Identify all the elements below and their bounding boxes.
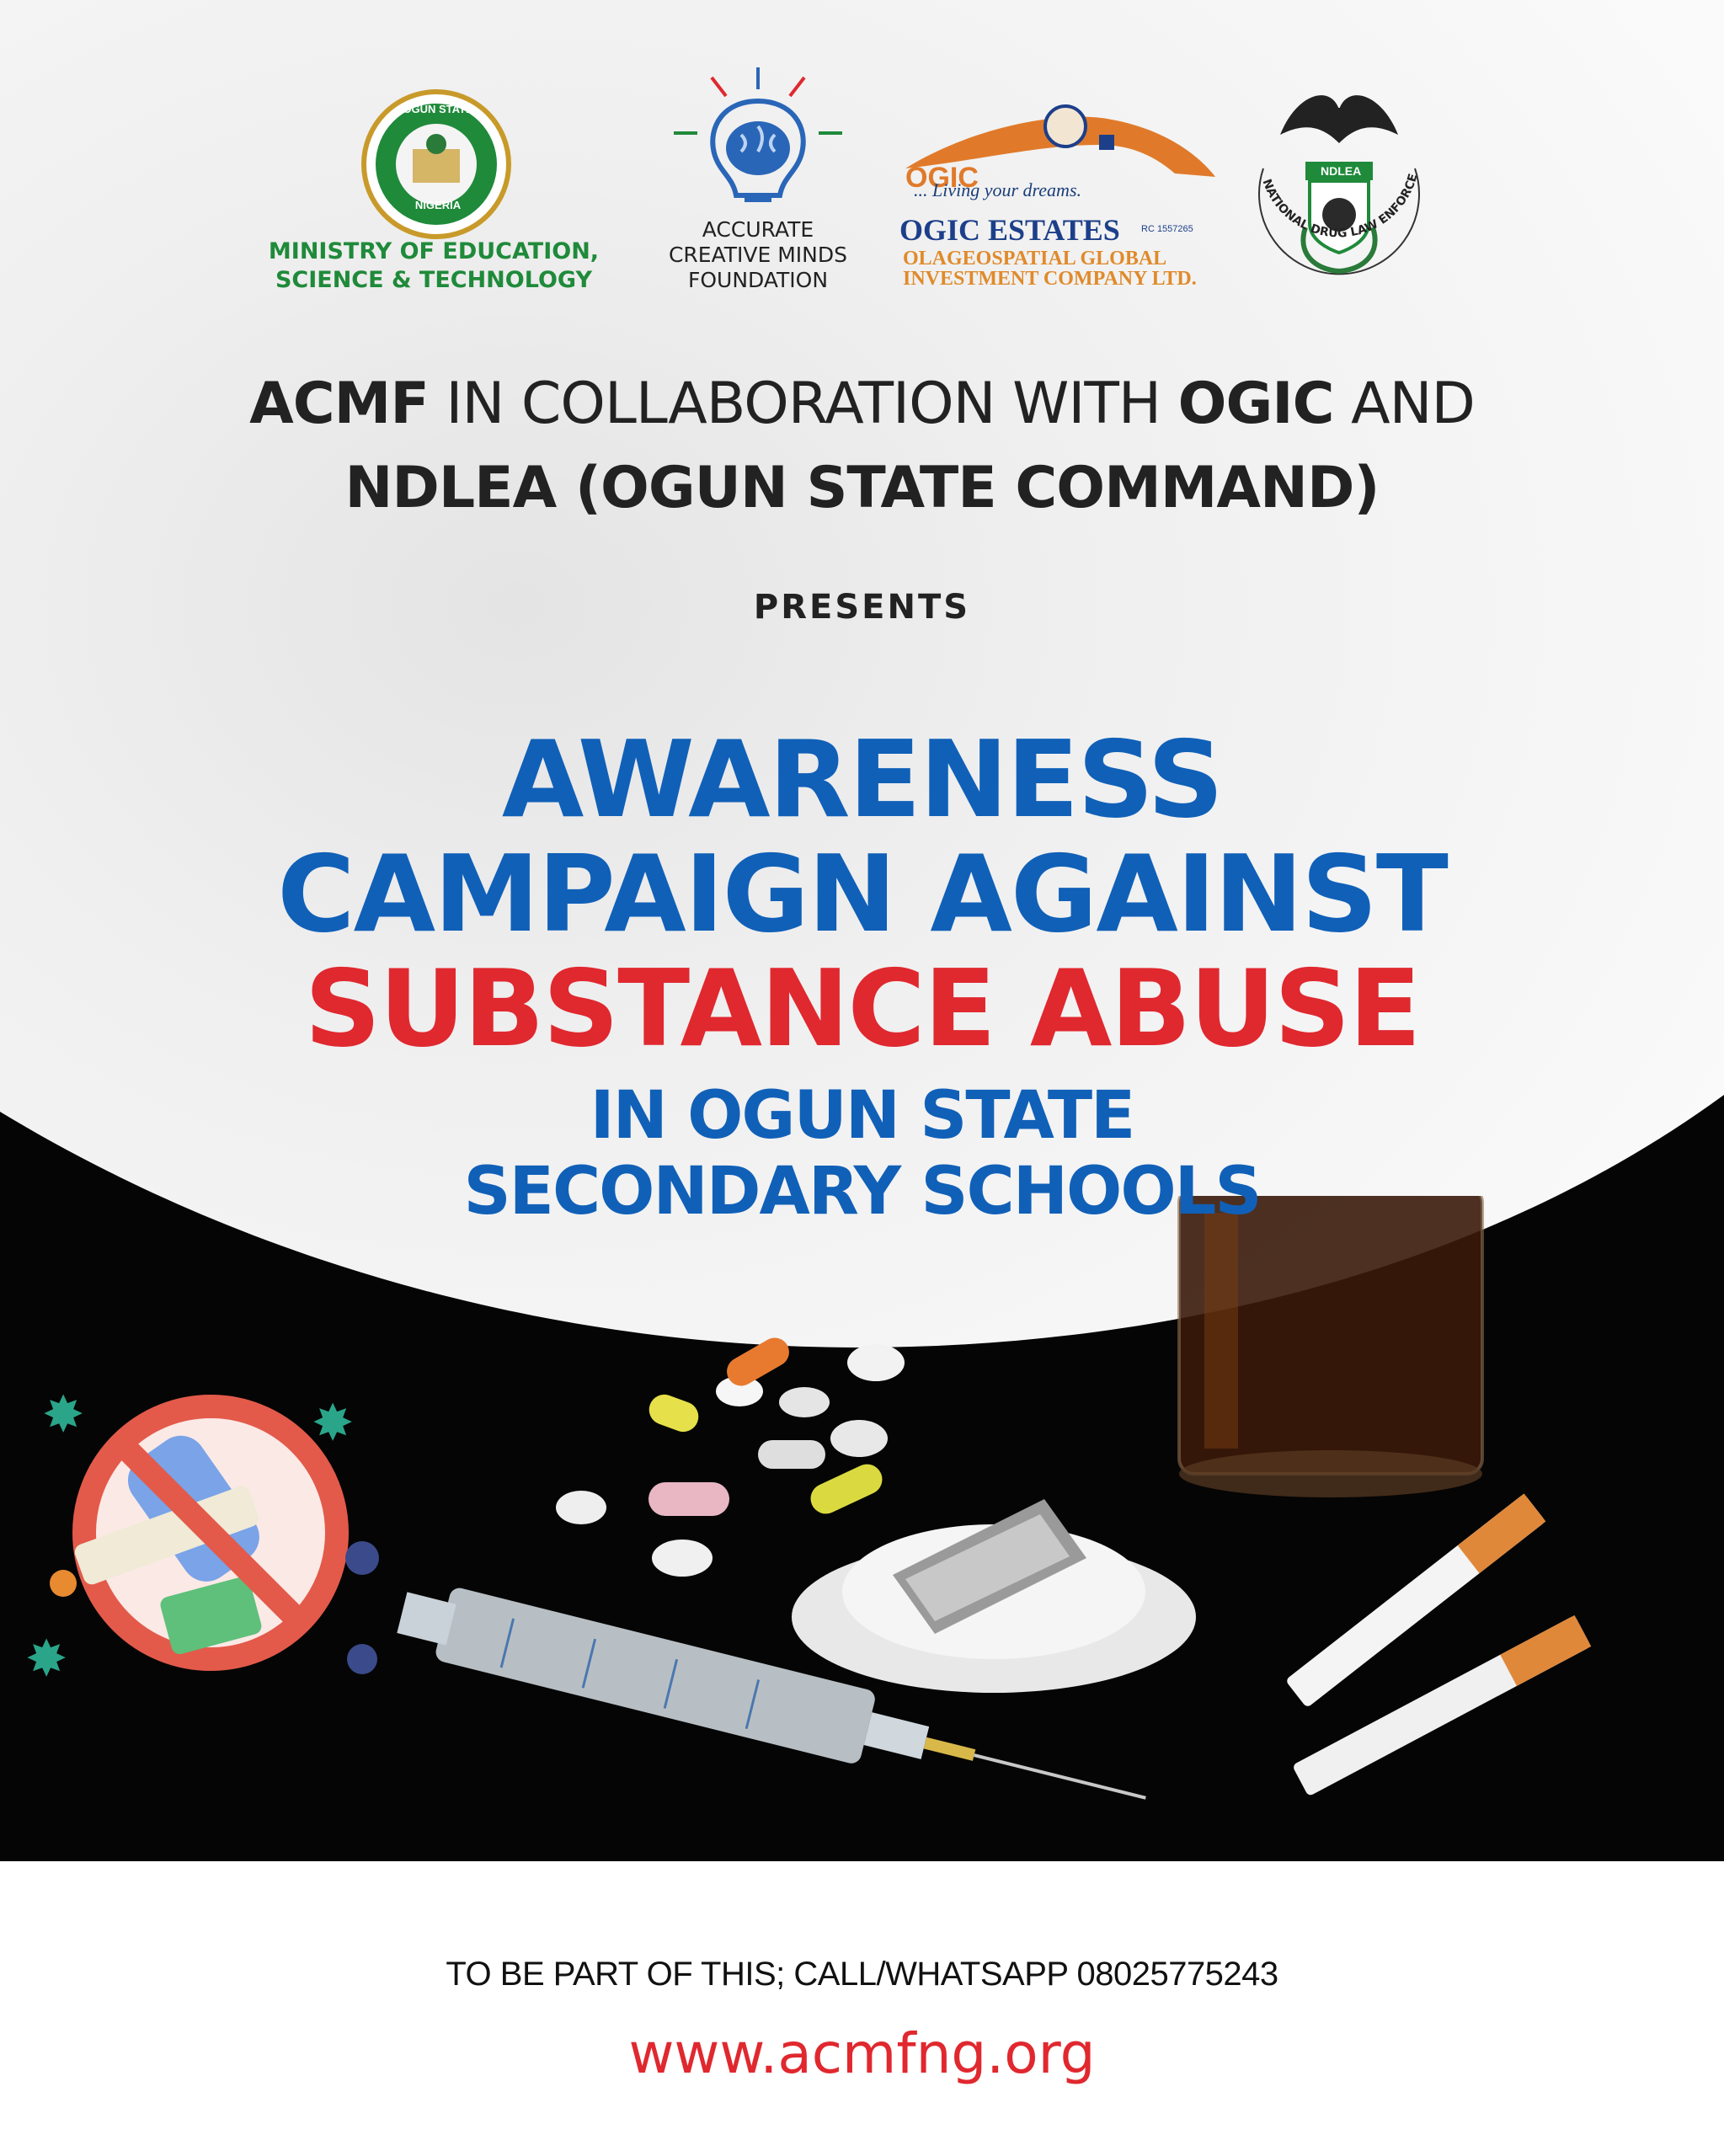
title-line3: SUBSTANCE ABUSE: [304, 947, 1421, 1070]
ndlea-ring-textpath: NATIONAL DRUG LAW ENFORCEMENT AGENCY: [1238, 143, 1421, 240]
title-line1: AWARENESS: [501, 718, 1224, 841]
title-line5: SECONDARY SCHOOLS: [463, 1154, 1262, 1230]
ministry-caption-line2: SCIENCE & TECHNOLOGY: [275, 267, 593, 293]
acmf-caption: ACCURATE CREATIVE MINDS FOUNDATION: [649, 217, 867, 293]
ministry-caption: MINISTRY OF EDUCATION, SCIENCE & TECHNOL…: [240, 237, 627, 295]
acmf-caption-line2: CREATIVE MINDS: [668, 243, 848, 267]
svg-text:✸: ✸: [25, 1630, 67, 1689]
no-drugs-icon: ✸ ✸ ✸: [25, 1385, 379, 1689]
seal-text-bottom: NIGERIA: [414, 199, 462, 211]
drugs-photo: ✸ ✸ ✸: [25, 1196, 1592, 1800]
acmf-caption-line3: FOUNDATION: [687, 268, 829, 292]
ogic-name: OGIC ESTATES: [899, 213, 1120, 247]
collab-line2: NDLEA (OGUN STATE COMMAND): [344, 455, 1380, 521]
title-line2: CAMPAIGN AGAINST: [277, 832, 1449, 956]
collab-line1: ACMF IN COLLABORATION WITH OGIC AND: [0, 371, 1724, 437]
ministry-caption-line1: MINISTRY OF EDUCATION,: [268, 238, 600, 264]
ndlea-ring-text: NATIONAL DRUG LAW ENFORCEMENT AGENCY: [1238, 143, 1421, 240]
presents-text: PRESENTS: [753, 588, 971, 627]
cigarettes: [1287, 1493, 1592, 1796]
footer: [0, 1861, 1724, 2156]
title-line4: IN OGUN STATE: [590, 1078, 1136, 1154]
acmf-caption-line1: ACCURATE: [702, 217, 814, 242]
ogic-tagline: ... Living your dreams.: [914, 179, 1082, 200]
powder-pile: [792, 1499, 1196, 1693]
seal-text-top: OGUN STATE: [403, 103, 473, 115]
svg-text:✸: ✸: [42, 1385, 84, 1444]
poster: ✸ ✸ ✸ OGUN STATE NIGERIA MINISTRY OF EDU…: [0, 0, 1724, 2156]
collab-ogic: OGIC: [1177, 371, 1335, 437]
pills: [556, 1337, 905, 1577]
svg-text:✸: ✸: [312, 1394, 354, 1453]
acmf-brain-bulb-logo: [674, 67, 842, 202]
collab-in-collab: IN COLLABORATION WITH: [428, 371, 1178, 437]
collab-and: AND: [1333, 371, 1476, 437]
website-link[interactable]: www.acmfng.org: [0, 2021, 1724, 2086]
whiskey-glass: [1177, 1196, 1484, 1497]
collab-acmf: ACMF: [249, 371, 430, 437]
svg-text:NATIONAL DRUG LAW ENFORCEMENT: NATIONAL DRUG LAW ENFORCEMENT AGENCY: [1238, 143, 1421, 240]
contact-text: TO BE PART OF THIS; CALL/WHATSAPP 080257…: [446, 1956, 1278, 1993]
ogic-rc: RC 1557265: [1141, 224, 1193, 234]
ogic-sub-line1: OLAGEOSPATIAL GLOBAL: [903, 248, 1167, 270]
ogic-sub-line2: INVESTMENT COMPANY LTD.: [903, 268, 1197, 290]
